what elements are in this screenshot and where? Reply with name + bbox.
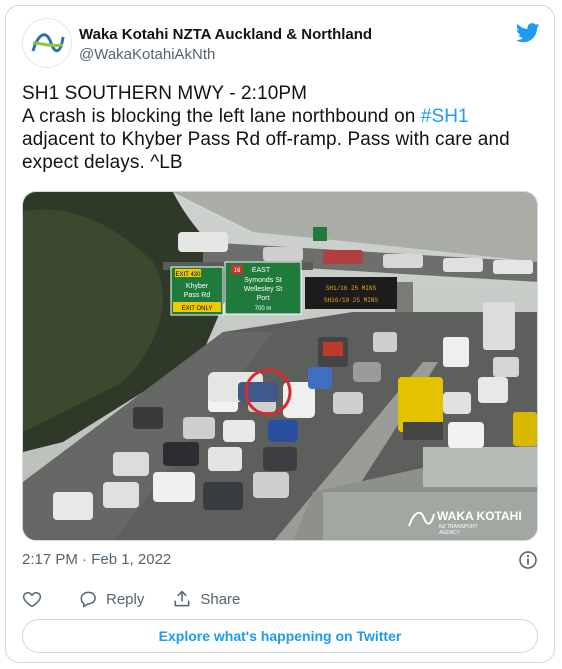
dest-3: Port	[257, 295, 270, 302]
vms-line-1: SH1/16 25 MINS	[326, 285, 377, 292]
share-icon	[174, 590, 190, 607]
vms-line-2: SH16/10 25 MINS	[324, 297, 378, 304]
reply-button[interactable]: Reply	[78, 589, 144, 609]
tweet-body: A crash is blocking the left lane northb…	[22, 105, 542, 174]
heart-icon	[22, 591, 42, 608]
info-icon[interactable]	[518, 550, 538, 570]
like-button[interactable]	[22, 589, 50, 609]
share-label: Share	[200, 590, 241, 608]
traffic-camera-image: EXIT 430 Khyber Pass Rd EXIT ONLY 16 EAS…	[23, 192, 537, 540]
tweet-actions: Reply Share	[22, 589, 268, 609]
exit-only: EXIT ONLY	[182, 306, 213, 312]
tweet-body-part1: A crash is blocking the left lane northb…	[22, 106, 421, 127]
reply-icon	[80, 591, 96, 608]
tweet-card: Waka Kotahi NZTA Auckland & Northland @W…	[5, 5, 555, 663]
tweet-body-part2: adjacent to Khyber Pass Rd off-ramp. Pas…	[22, 129, 510, 173]
tweet-photo[interactable]: EXIT 430 Khyber Pass Rd EXIT ONLY 16 EAS…	[22, 191, 538, 541]
exit-line2: Pass Rd	[184, 292, 211, 299]
route-sign: 16 EAST Symonds St Wellesley St Port 700…	[224, 261, 302, 315]
waka-kotahi-logo-icon	[31, 33, 65, 53]
tweet-headline: SH1 SOUTHERN MWY - 2:10PM	[22, 83, 308, 104]
overhead-sign	[313, 227, 327, 241]
route-direction: EAST	[252, 267, 271, 274]
author-name[interactable]: Waka Kotahi NZTA Auckland & Northland	[79, 26, 372, 43]
watermark-sub2: AGENCY	[439, 530, 461, 536]
tweet-timestamp[interactable]: 2:17 PM · Feb 1, 2022	[22, 551, 171, 568]
twitter-bird-icon[interactable]	[516, 22, 540, 44]
hashtag-link[interactable]: #SH1	[421, 106, 469, 127]
dest-2: Wellesley St	[244, 286, 282, 293]
watermark-brand: WAKA KOTAHI	[437, 509, 522, 523]
dest-1: Symonds St	[244, 277, 282, 284]
exit-sign: EXIT 430 Khyber Pass Rd EXIT ONLY	[170, 266, 224, 316]
tweet-text: SH1 SOUTHERN MWY - 2:10PM A crash is blo…	[22, 82, 542, 174]
share-button[interactable]: Share	[172, 589, 240, 609]
author-handle[interactable]: @WakaKotahiAkNth	[79, 46, 215, 63]
explore-button[interactable]: Explore what's happening on Twitter	[22, 619, 538, 653]
reply-label: Reply	[106, 590, 145, 608]
route-number: 16	[234, 268, 241, 274]
vms-board: SH1/16 25 MINS SH16/10 25 MINS	[305, 277, 397, 309]
avatar[interactable]	[22, 18, 72, 68]
exit-number: EXIT 430	[176, 272, 202, 278]
exit-line1: Khyber	[186, 283, 209, 290]
sign-distance: 700 m	[255, 306, 272, 312]
